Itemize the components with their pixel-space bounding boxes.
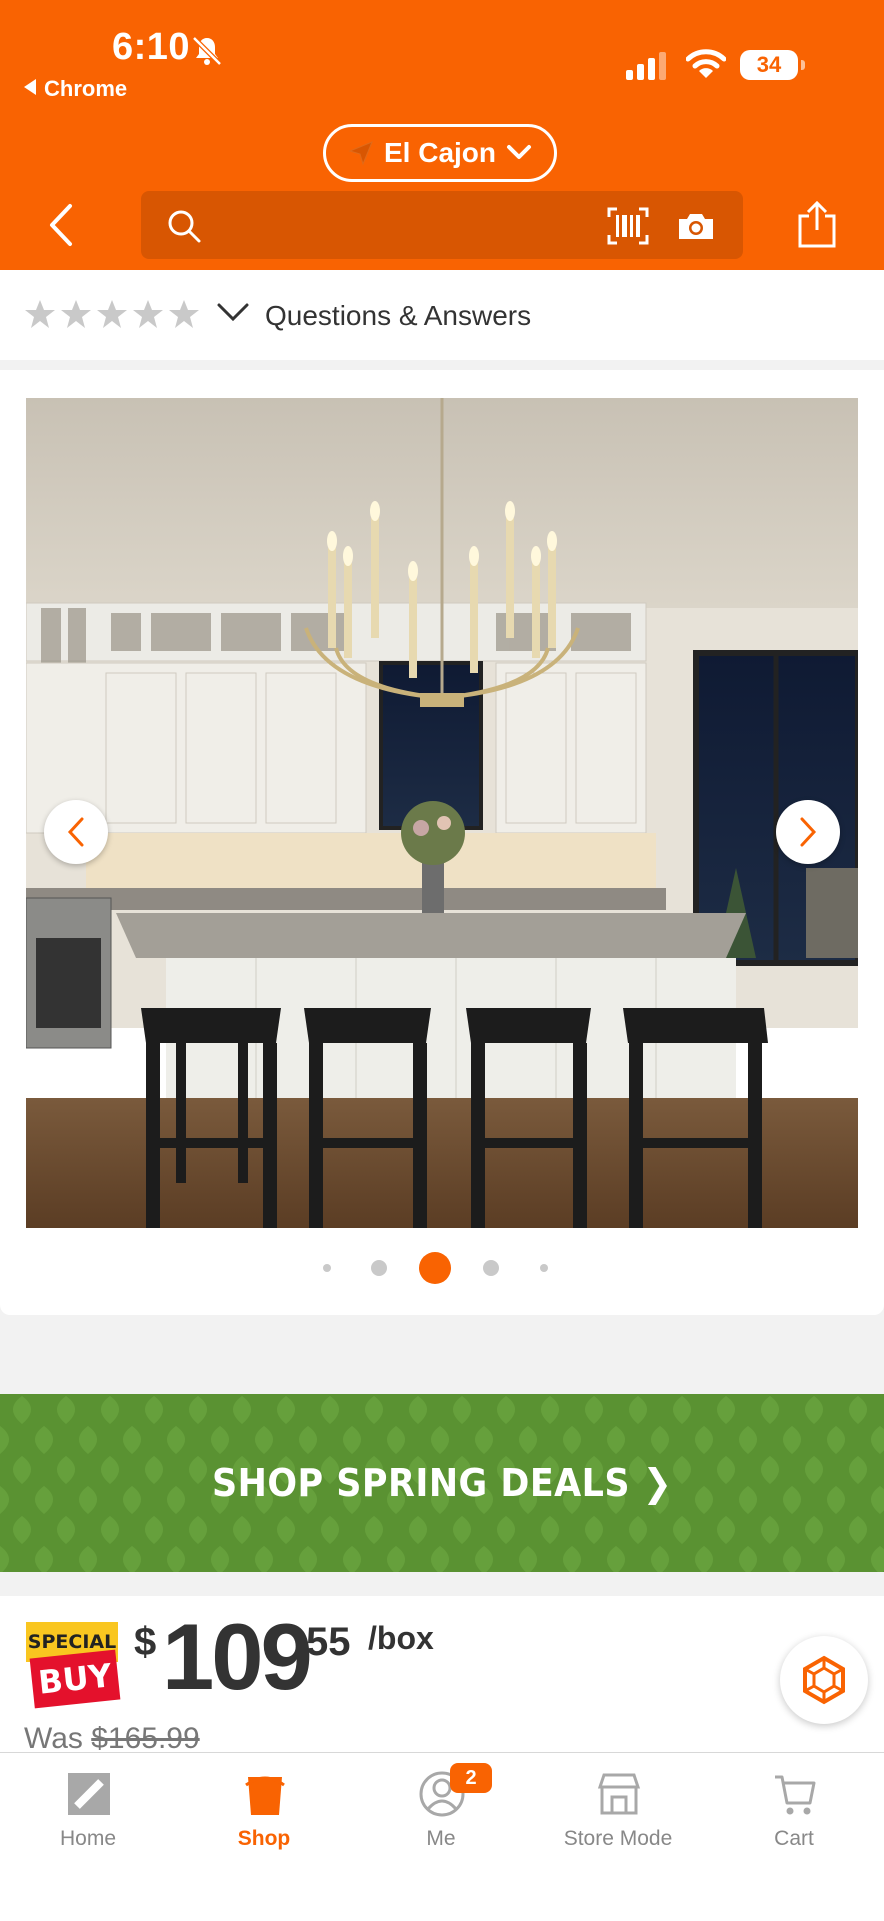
price-section: SPECIAL BUY $ 109 55 /box Was $165.99 <box>0 1596 884 1756</box>
bell-slash-icon <box>192 36 222 66</box>
star-icon <box>133 300 163 328</box>
barcode-scan-icon[interactable] <box>607 207 649 245</box>
shop-bucket-icon <box>245 1776 285 1815</box>
tab-cart[interactable]: Cart <box>706 1753 882 1873</box>
pagination-dot[interactable] <box>323 1264 331 1272</box>
was-label: Was <box>24 1722 83 1755</box>
tab-me[interactable]: Me <box>353 1753 529 1873</box>
special-buy-badge: SPECIAL BUY <box>26 1622 121 1709</box>
tab-label: Home <box>59 1827 117 1850</box>
price-dollars: 109 <box>162 1604 313 1709</box>
product-image-gallery <box>0 370 884 1315</box>
promo-text: SHOP SPRING DEALS ❯ <box>211 1461 673 1505</box>
price-unit: /box <box>368 1620 434 1656</box>
back-to-app-link[interactable]: Chrome <box>24 76 127 102</box>
chevron-down-icon[interactable] <box>216 300 250 324</box>
back-triangle-icon <box>24 79 36 95</box>
kitchen-scene-illustration <box>26 398 858 1228</box>
was-price: Was $165.99 <box>24 1722 200 1756</box>
tab-home[interactable]: Home <box>0 1753 176 1873</box>
location-arrow-icon <box>348 141 373 166</box>
pagination-dot[interactable] <box>540 1264 548 1272</box>
home-depot-logo-icon <box>68 1773 110 1815</box>
star-icon <box>169 300 199 328</box>
notification-badge: 2 <box>450 1763 492 1793</box>
tab-label: Store Mode <box>563 1827 673 1850</box>
gallery-pagination <box>0 1250 884 1286</box>
bottom-tab-bar: Home Shop Me 2 Store Mode Cart <box>0 1752 884 1921</box>
questions-answers-link[interactable]: Questions & Answers <box>265 300 531 332</box>
back-app-label: Chrome <box>44 76 128 101</box>
chevron-right-icon <box>800 817 817 847</box>
share-icon[interactable] <box>796 200 838 250</box>
pagination-dot-active[interactable] <box>419 1252 451 1284</box>
hexagon-aperture-icon <box>803 1655 845 1705</box>
chevron-left-icon <box>67 817 84 847</box>
chat-assistant-button[interactable] <box>780 1636 868 1724</box>
price-currency: $ <box>134 1620 157 1664</box>
store-icon <box>597 1773 641 1815</box>
cellular-signal-icon <box>626 52 666 80</box>
search-input[interactable] <box>141 191 743 259</box>
tab-store-mode[interactable]: Store Mode <box>530 1753 706 1873</box>
product-image[interactable] <box>26 398 858 1228</box>
store-location-selector[interactable]: El Cajon <box>323 124 557 182</box>
shop-spring-deals-banner[interactable]: SHOP SPRING DEALS ❯ <box>0 1394 884 1572</box>
star-rating <box>24 298 200 330</box>
pagination-dot[interactable] <box>483 1260 499 1276</box>
chevron-down-icon <box>507 145 531 159</box>
star-icon <box>97 300 127 328</box>
tab-label: Cart <box>774 1827 814 1850</box>
camera-icon[interactable] <box>677 211 715 241</box>
battery-icon: 34 <box>740 50 805 80</box>
pagination-dot[interactable] <box>371 1260 387 1276</box>
tab-label: Shop <box>237 1827 291 1850</box>
special-buy-bottom: BUY <box>29 1649 121 1709</box>
status-time: 6:10 <box>112 26 191 68</box>
back-chevron-icon[interactable] <box>42 200 82 250</box>
previous-image-button[interactable] <box>44 800 108 864</box>
rating-row[interactable]: Questions & Answers <box>0 270 884 360</box>
was-value: $165.99 <box>91 1722 200 1755</box>
search-icon <box>168 210 201 243</box>
tab-shop[interactable]: Shop <box>176 1753 352 1873</box>
cart-icon <box>775 1775 816 1815</box>
star-icon <box>25 300 55 328</box>
app-header: 6:10 Chrome 34 El Cajon <box>0 0 884 270</box>
wifi-icon <box>686 49 726 78</box>
price-cents: 55 <box>306 1620 351 1664</box>
tab-label: Me <box>426 1827 456 1850</box>
store-location-label: El Cajon <box>383 137 496 168</box>
star-icon <box>61 300 91 328</box>
next-image-button[interactable] <box>776 800 840 864</box>
